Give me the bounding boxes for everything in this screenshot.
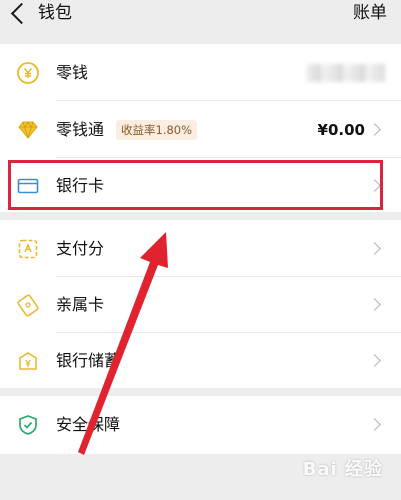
watermark: Bai 经验 — [302, 459, 383, 480]
red-arrow-annotation — [78, 232, 168, 455]
